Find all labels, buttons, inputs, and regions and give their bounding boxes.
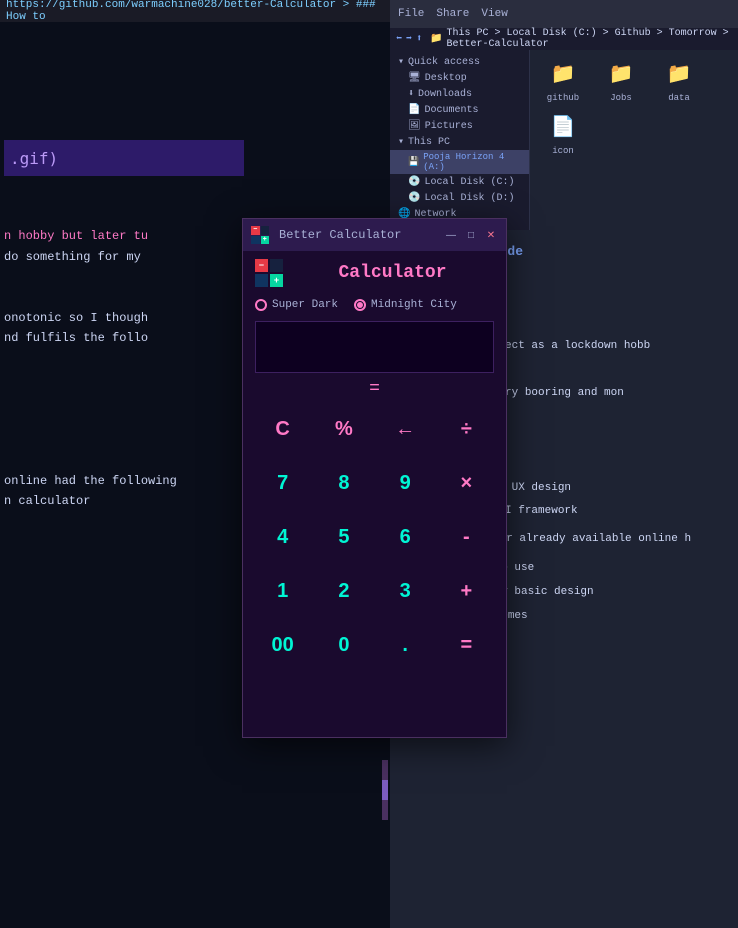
fe-menu-share[interactable]: Share xyxy=(436,8,469,20)
fe-file-data[interactable]: 📁 data xyxy=(654,58,704,103)
fe-menu-file[interactable]: File xyxy=(398,8,424,20)
calculator-header: − + Calculator xyxy=(243,251,506,295)
code-highlight: .gif) xyxy=(4,140,244,176)
highlight-code: .gif) xyxy=(10,149,58,168)
file-explorer: File Share View ⬅➡⬆ 📁 This PC > Local Di… xyxy=(390,0,738,230)
key-backspace[interactable]: ← xyxy=(378,405,433,453)
key-multiply[interactable]: × xyxy=(439,459,494,507)
key-8[interactable]: 8 xyxy=(316,459,371,507)
key-7[interactable]: 7 xyxy=(255,459,310,507)
fe-sidebar-local-c[interactable]: 💿Local Disk (C:) xyxy=(390,174,529,190)
fe-file-github[interactable]: 📁 github xyxy=(538,58,588,103)
logo-minus: − xyxy=(255,259,268,272)
key-clear[interactable]: C xyxy=(255,405,310,453)
calculator-app-icon: − + xyxy=(251,226,269,244)
key-decimal[interactable]: . xyxy=(378,621,433,669)
key-4[interactable]: 4 xyxy=(255,513,310,561)
key-5[interactable]: 5 xyxy=(316,513,371,561)
fe-file-label: github xyxy=(547,93,579,103)
fe-folder-icon: 📁 xyxy=(605,58,637,90)
fe-file-jobs[interactable]: 📁 Jobs xyxy=(596,58,646,103)
minimize-button[interactable]: — xyxy=(444,228,458,242)
calculator-buttons: C % ← ÷ 7 8 9 × 4 5 6 - 1 2 3 + 00 0 . = xyxy=(243,401,506,673)
theme-midnight-city[interactable]: Midnight City xyxy=(354,299,457,311)
fe-folder-icon: 📁 xyxy=(547,58,579,90)
logo-tr xyxy=(270,259,283,272)
key-1[interactable]: 1 xyxy=(255,567,310,615)
window-title: Better Calculator xyxy=(279,228,438,242)
url-text: https://github.com/warmachine028/better-… xyxy=(6,0,384,23)
fe-folder-icon: 📁 xyxy=(663,58,695,90)
logo-plus: + xyxy=(270,274,283,287)
url-bar: https://github.com/warmachine028/better-… xyxy=(0,0,390,22)
key-equals[interactable]: = xyxy=(439,621,494,669)
fe-sidebar-local-d[interactable]: 💿Local Disk (D:) xyxy=(390,190,529,206)
key-add[interactable]: + xyxy=(439,567,494,615)
key-2[interactable]: 2 xyxy=(316,567,371,615)
maximize-button[interactable]: □ xyxy=(464,228,478,242)
key-3[interactable]: 3 xyxy=(378,567,433,615)
fe-file-label: Jobs xyxy=(610,93,632,103)
key-6[interactable]: 6 xyxy=(378,513,433,561)
key-0[interactable]: 0 xyxy=(316,621,371,669)
theme-super-dark[interactable]: Super Dark xyxy=(255,299,338,311)
fe-sidebar-quick-access[interactable]: ▾Quick access xyxy=(390,54,529,70)
calculator-window: − + Better Calculator — □ ✕ − + Calculat… xyxy=(242,218,507,738)
radio-midnight-city[interactable] xyxy=(354,299,366,311)
fe-sidebar: ▾Quick access 🖥Desktop ⬇Downloads 📄Docum… xyxy=(390,50,530,230)
fe-toolbar: File Share View xyxy=(390,0,738,28)
fe-path: This PC > Local Disk (C:) > Github > Tom… xyxy=(447,28,732,50)
equals-separator: = xyxy=(243,379,506,399)
key-divide[interactable]: ÷ xyxy=(439,405,494,453)
fe-content: ▾Quick access 🖥Desktop ⬇Downloads 📄Docum… xyxy=(390,50,738,230)
key-percent[interactable]: % xyxy=(316,405,371,453)
fe-sidebar-pictures[interactable]: 🖼Pictures xyxy=(390,118,529,134)
close-button[interactable]: ✕ xyxy=(484,228,498,242)
fe-file-label: data xyxy=(668,93,690,103)
calculator-logo: − + xyxy=(255,259,283,287)
scroll-thumb xyxy=(382,780,388,800)
fe-sidebar-desktop[interactable]: 🖥Desktop xyxy=(390,70,529,86)
key-subtract[interactable]: - xyxy=(439,513,494,561)
theme-super-dark-label: Super Dark xyxy=(272,299,338,311)
calculator-display xyxy=(255,321,494,373)
scroll-indicator[interactable] xyxy=(382,760,388,820)
fe-sidebar-this-pc[interactable]: ▾This PC xyxy=(390,134,529,150)
app-title: Calculator xyxy=(291,263,494,283)
fe-file-icon-item[interactable]: 📄 icon xyxy=(538,111,588,156)
fe-file-label: icon xyxy=(552,146,574,156)
calculator-titlebar: − + Better Calculator — □ ✕ xyxy=(243,219,506,251)
logo-bl xyxy=(255,274,268,287)
radio-super-dark[interactable] xyxy=(255,299,267,311)
fe-file-doc-icon: 📄 xyxy=(547,111,579,143)
key-9[interactable]: 9 xyxy=(378,459,433,507)
key-double-zero[interactable]: 00 xyxy=(255,621,310,669)
fe-menu-view[interactable]: View xyxy=(481,8,507,20)
fe-sidebar-pooja[interactable]: 💾Pooja Horizon 4 (A:) xyxy=(390,150,529,174)
fe-sidebar-downloads[interactable]: ⬇Downloads xyxy=(390,86,529,102)
theme-midnight-city-label: Midnight City xyxy=(371,299,457,311)
window-controls: — □ ✕ xyxy=(444,228,498,242)
fe-sidebar-documents[interactable]: 📄Documents xyxy=(390,102,529,118)
equals-sign: = xyxy=(369,379,380,399)
theme-selector: Super Dark Midnight City xyxy=(243,295,506,315)
fe-address-bar: ⬅➡⬆ 📁 This PC > Local Disk (C:) > Github… xyxy=(390,28,738,50)
fe-main-area: 📁 github 📁 Jobs 📁 data 📄 icon xyxy=(530,50,738,230)
